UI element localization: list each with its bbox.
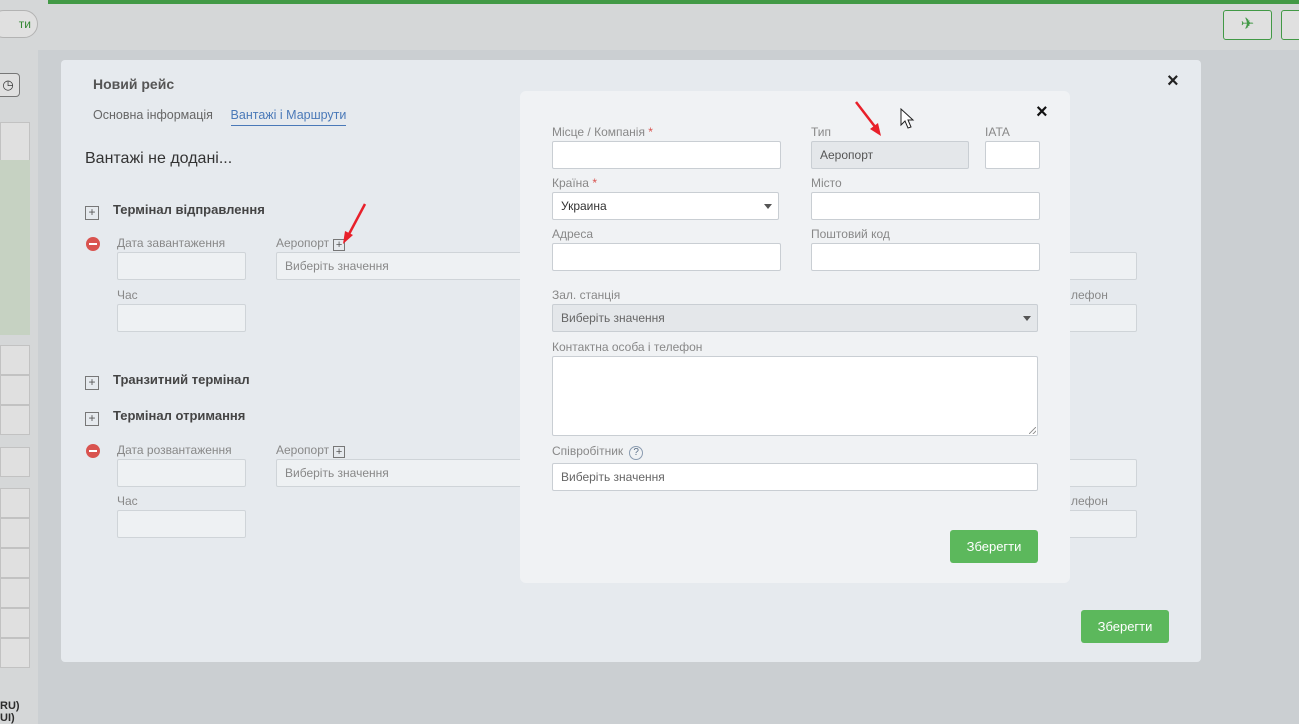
add-airport-icon[interactable]: + (333, 446, 346, 458)
section-departure[interactable]: + Термінал відправлення (85, 202, 265, 220)
load-date-input[interactable] (117, 252, 246, 280)
field-input[interactable] (1066, 459, 1137, 487)
airport-select[interactable]: Виберіть значення (276, 252, 526, 280)
load-date-label: Дата завантаження (117, 236, 226, 250)
iata-label: IATA (985, 125, 1010, 139)
section-arrival[interactable]: + Термінал отримання (85, 408, 245, 426)
airport-label: Аеропорт + (276, 236, 346, 251)
phone-label: лефон (1071, 494, 1108, 508)
airport-label: Аеропорт + (276, 443, 346, 458)
address-label: Адреса (552, 227, 594, 241)
tab-cargo-routes[interactable]: Вантажі і Маршрути (230, 108, 347, 126)
time-label: Час (117, 288, 138, 302)
type-field: Аеропорт (811, 141, 969, 169)
railway-station-label: Зал. станція (552, 288, 621, 302)
employee-select[interactable]: Виберіть значення (552, 463, 1038, 491)
postal-code-input[interactable] (811, 243, 1040, 271)
phone-label: лефон (1071, 288, 1108, 302)
time-input[interactable] (117, 510, 246, 538)
iata-input[interactable] (985, 141, 1040, 169)
remove-icon[interactable] (86, 237, 100, 251)
type-label: Тип (811, 125, 832, 139)
save-button[interactable]: Зберегти (950, 530, 1038, 563)
city-input[interactable] (811, 192, 1040, 220)
modal-title: Новий рейс (93, 76, 175, 92)
contact-textarea[interactable] (552, 356, 1038, 436)
plus-icon[interactable]: + (85, 412, 99, 426)
country-select[interactable]: Украина (552, 192, 779, 220)
phone-input[interactable] (1066, 510, 1137, 538)
field-input[interactable] (1066, 252, 1137, 280)
section-transit[interactable]: + Транзитний термінал (85, 372, 250, 390)
remove-icon[interactable] (86, 444, 100, 458)
country-label: Країна * (552, 176, 597, 190)
postal-code-label: Поштовий код (811, 227, 890, 241)
annotation-arrow-icon (855, 101, 881, 136)
empty-cargo-text: Вантажі не додані... (85, 150, 233, 167)
phone-input[interactable] (1066, 304, 1137, 332)
time-input[interactable] (117, 304, 246, 332)
airport-select[interactable]: Виберіть значення (276, 459, 526, 487)
save-button[interactable]: Зберегти (1081, 610, 1169, 643)
time-label: Час (117, 494, 138, 508)
employee-label: Співробітник? (552, 444, 644, 460)
plus-icon[interactable]: + (85, 206, 99, 220)
place-company-label: Місце / Компанія * (552, 125, 653, 139)
mouse-cursor-icon (900, 108, 915, 129)
chevron-down-icon (1023, 316, 1031, 321)
new-place-modal: × Місце / Компанія * Тип Аеропорт IATA К… (520, 91, 1070, 583)
chevron-down-icon (764, 204, 772, 209)
close-icon[interactable]: × (1167, 70, 1179, 93)
railway-station-select[interactable]: Виберіть значення (552, 304, 1038, 332)
unload-date-label: Дата розвантаження (117, 443, 232, 457)
place-company-input[interactable] (552, 141, 781, 169)
close-icon[interactable]: × (1036, 101, 1048, 124)
tab-main-info[interactable]: Основна інформація (93, 108, 213, 125)
help-icon[interactable]: ? (629, 446, 644, 460)
annotation-arrow-icon (343, 203, 367, 244)
address-input[interactable] (552, 243, 781, 271)
contact-label: Контактна особа і телефон (552, 340, 703, 354)
plus-icon[interactable]: + (85, 376, 99, 390)
modal-tabs: Основна інформація Вантажі і Маршрути (93, 107, 360, 126)
city-label: Місто (811, 176, 842, 190)
unload-date-input[interactable] (117, 459, 246, 487)
